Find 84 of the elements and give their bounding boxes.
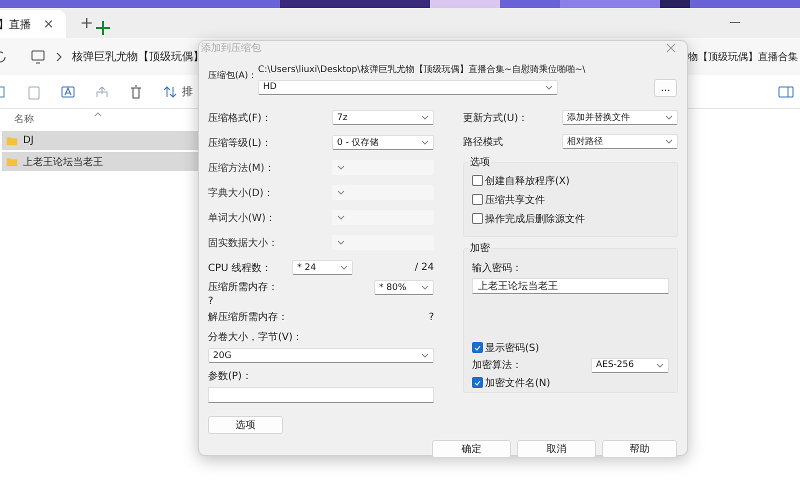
computer-icon bbox=[30, 48, 46, 64]
dialog-title: 添加到压缩包 bbox=[201, 42, 261, 55]
field-label: 固实数据大小： bbox=[208, 236, 278, 250]
details-pane-icon[interactable] bbox=[778, 84, 794, 100]
chevron-down-icon bbox=[337, 240, 345, 245]
group-title: 选项 bbox=[469, 156, 491, 169]
chevron-down-icon bbox=[421, 353, 429, 358]
checkbox[interactable] bbox=[472, 342, 483, 353]
memory-value: ? bbox=[428, 312, 434, 322]
caret-up-icon bbox=[94, 112, 102, 116]
plus-icon bbox=[95, 20, 112, 36]
chevron-down-icon bbox=[656, 362, 664, 368]
column-header[interactable]: 名称 bbox=[14, 112, 34, 126]
file-row[interactable]: DJ bbox=[2, 131, 201, 150]
trash-icon[interactable] bbox=[128, 84, 144, 100]
dropdown[interactable]: 20G bbox=[208, 348, 434, 363]
dropdown[interactable]: * 80% bbox=[374, 280, 434, 295]
checkbox-label: 显示密码(S) bbox=[485, 342, 540, 354]
new-tab-button[interactable]: + bbox=[80, 13, 94, 32]
dropdown[interactable]: 7z bbox=[332, 110, 434, 125]
group-title: 加密 bbox=[469, 242, 491, 255]
paste-icon[interactable] bbox=[26, 84, 42, 100]
chevron-down-icon bbox=[421, 140, 429, 145]
archive-path: C:\Users\liuxi\Desktop\核弹巨乳尤物【顶级玩偶】直播合集~自慰骑乘位啪啪~\ bbox=[258, 64, 586, 76]
folder-icon bbox=[5, 134, 19, 146]
chevron-down-icon bbox=[337, 165, 345, 170]
input-field[interactable] bbox=[208, 387, 434, 403]
password-field[interactable]: 上老王论坛当老王 bbox=[472, 278, 669, 294]
field-label: 输入密码： bbox=[472, 262, 523, 275]
rename-icon[interactable] bbox=[60, 84, 76, 100]
chevron-down-icon bbox=[545, 84, 553, 90]
checkmark-icon bbox=[474, 344, 481, 350]
field-label: 单词大小(W)： bbox=[208, 212, 276, 224]
breadcrumb[interactable]: 物【顶级玩偶】直播合集 bbox=[688, 50, 798, 64]
checkbox[interactable] bbox=[472, 175, 483, 186]
chevron-right-icon bbox=[56, 52, 62, 62]
sort-icon[interactable] bbox=[162, 84, 178, 100]
checkbox-label: 压缩共享文件 bbox=[485, 194, 545, 206]
minimize-icon[interactable] bbox=[730, 22, 740, 24]
dropdown[interactable]: * 24 bbox=[292, 260, 354, 275]
field-label: 参数(P)： bbox=[208, 370, 253, 383]
field-label: 压缩包(A)： bbox=[208, 70, 258, 83]
browse-button[interactable]: ... bbox=[654, 79, 677, 97]
dialog-button[interactable]: 取消 bbox=[517, 440, 596, 458]
field-label: 压缩所需内存： bbox=[208, 280, 278, 294]
dialog-button[interactable]: 帮助 bbox=[602, 440, 677, 458]
chevron-down-icon bbox=[421, 285, 429, 290]
checkbox-label: 创建自释放程序(X) bbox=[485, 174, 570, 188]
checkbox[interactable] bbox=[472, 377, 483, 388]
chevron-down-icon bbox=[665, 115, 673, 120]
dropdown[interactable]: 添加并替换文件 bbox=[562, 110, 678, 125]
field-label: 路径模式 bbox=[463, 136, 503, 148]
field-label: 压缩方法(M)： bbox=[208, 162, 274, 174]
chevron-down-icon bbox=[665, 139, 673, 144]
close-button[interactable] bbox=[665, 42, 677, 54]
dropdown[interactable]: 相对路径 bbox=[562, 134, 678, 149]
dropdown[interactable]: HD bbox=[258, 80, 558, 94]
sort-label: 排 bbox=[182, 84, 193, 99]
chevron-down-icon bbox=[421, 115, 429, 120]
folder-icon bbox=[5, 156, 19, 168]
dialog-button[interactable]: 确定 bbox=[432, 440, 511, 458]
checkbox-label: 加密文件名(N) bbox=[485, 376, 550, 390]
field-label: 分卷大小，字节(V)： bbox=[208, 330, 304, 344]
chevron-down-icon bbox=[337, 190, 345, 195]
field-label: 压缩等级(L)： bbox=[208, 136, 272, 150]
dropdown[interactable]: AES-256 bbox=[591, 358, 669, 372]
checkbox-label: 操作完成后删除源文件 bbox=[485, 212, 585, 226]
field-label: 加密算法： bbox=[472, 358, 522, 372]
chevron-down-icon bbox=[340, 265, 348, 270]
share-icon[interactable] bbox=[94, 84, 110, 100]
options-button[interactable]: 选项 bbox=[208, 416, 283, 434]
checkmark-icon bbox=[474, 380, 481, 386]
dropdown[interactable]: 0 - 仅存储 bbox=[332, 135, 434, 150]
file-row[interactable]: 上老王论坛当老王 bbox=[2, 152, 201, 171]
field-label: 更新方式(U)： bbox=[463, 112, 528, 124]
checkbox[interactable] bbox=[472, 213, 483, 224]
field-label: 解压缩所需内存： bbox=[208, 310, 288, 324]
thread-total: / 24 bbox=[414, 262, 434, 273]
chevron-down-icon bbox=[337, 215, 345, 220]
memory-value: ? bbox=[208, 296, 214, 307]
field-label: 压缩格式(F)： bbox=[208, 112, 272, 124]
field-label: CPU 线程数： bbox=[208, 262, 272, 274]
checkbox[interactable] bbox=[472, 194, 483, 205]
field-label: 字典大小(D)： bbox=[208, 186, 274, 200]
